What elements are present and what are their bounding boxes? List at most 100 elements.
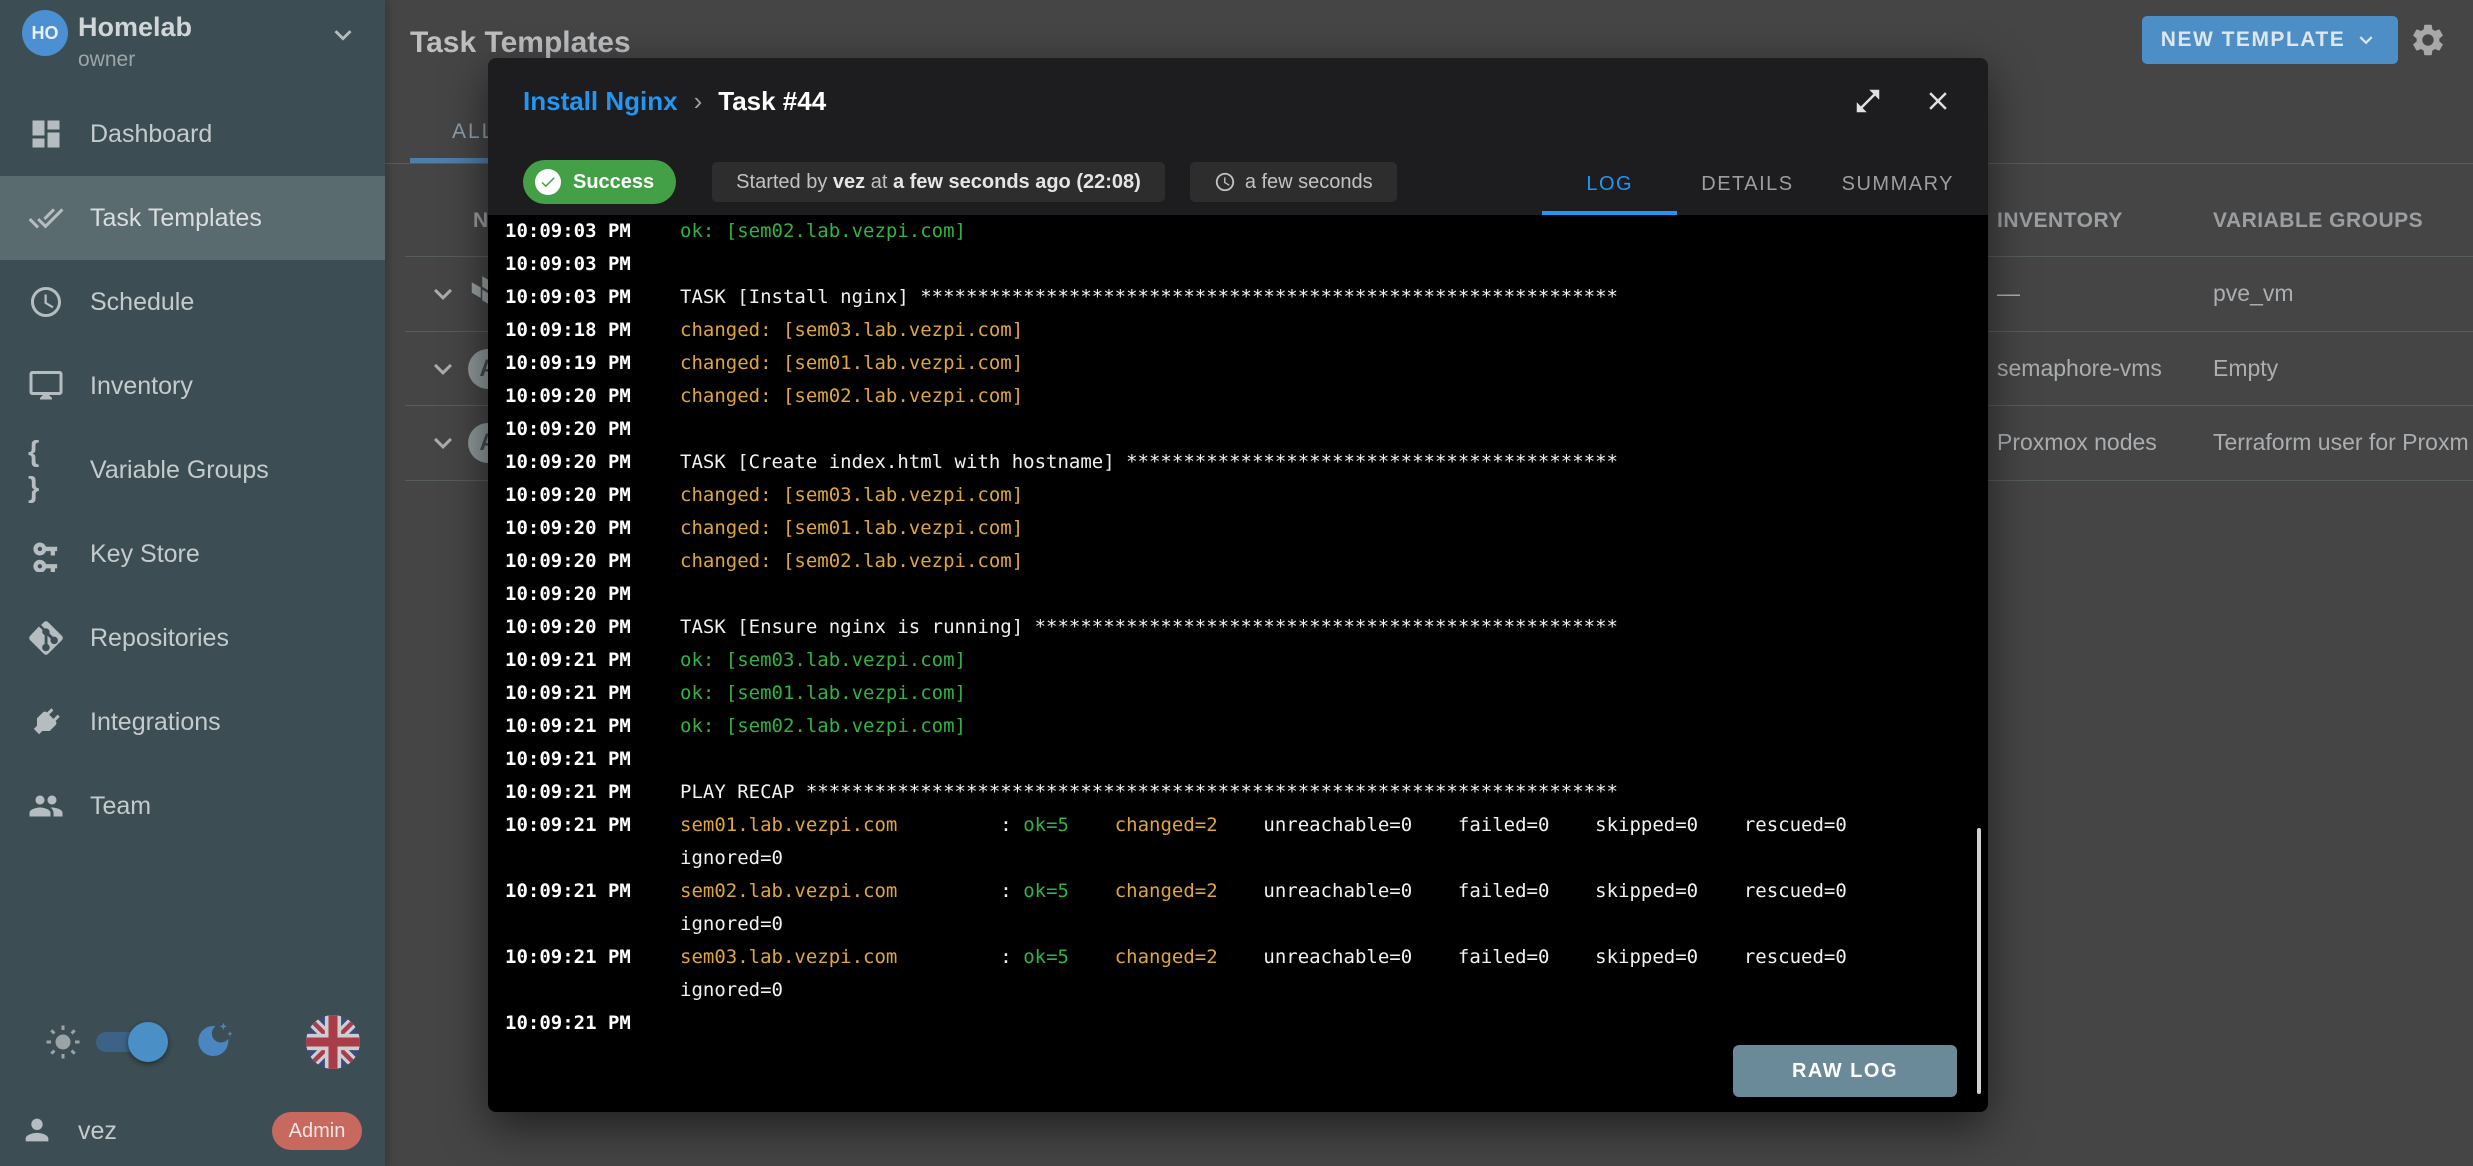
log-timestamp: 10:09:03 PM	[505, 248, 680, 281]
status-row: Success Started by vez at a few seconds …	[523, 160, 1397, 204]
sidebar-item-task-templates[interactable]: Task Templates	[0, 176, 385, 260]
task-dialog: Install Nginx › Task #44 Success Started…	[488, 58, 1988, 1112]
duration-label: a few seconds	[1245, 171, 1373, 194]
people-icon	[28, 788, 64, 824]
log-line: 10:09:21 PM	[505, 1007, 1966, 1040]
sidebar-item-label: Key Store	[90, 540, 200, 569]
expand-icon[interactable]	[1853, 86, 1883, 116]
started-chip: Started by vez at a few seconds ago (22:…	[712, 162, 1165, 202]
log-timestamp: 10:09:20 PM	[505, 545, 680, 578]
sidebar-item-inventory[interactable]: Inventory	[0, 344, 385, 428]
page-title: Task Templates	[410, 26, 631, 60]
raw-log-button[interactable]: RAW LOG	[1733, 1045, 1957, 1097]
sidebar-item-schedule[interactable]: Schedule	[0, 260, 385, 344]
sidebar-item-team[interactable]: Team	[0, 764, 385, 848]
dialog-title-row: Install Nginx › Task #44	[523, 82, 1953, 120]
duration-chip: a few seconds	[1190, 162, 1397, 202]
log-line: 10:09:21 PMok: [sem01.lab.vezpi.com]	[505, 677, 1966, 710]
sidebar-item-label: Team	[90, 792, 151, 821]
chevron-down-icon	[2353, 27, 2379, 53]
cell-variable-groups: Terraform user for Proxm	[2213, 429, 2469, 456]
log-line: 10:09:20 PMTASK [Ensure nginx is running…	[505, 611, 1966, 644]
sidebar-item-label: Schedule	[90, 288, 194, 317]
log-timestamp: 10:09:03 PM	[505, 215, 680, 248]
user-name: vez	[78, 1117, 117, 1146]
log-line: 10:09:03 PMok: [sem02.lab.vezpi.com]	[505, 215, 1966, 248]
log-scrollbar[interactable]	[1977, 828, 1981, 1094]
log-line: 10:09:21 PMsem01.lab.vezpi.com : ok=5 ch…	[505, 809, 1966, 842]
tab-details[interactable]: DETAILS	[1677, 154, 1817, 215]
gear-icon[interactable]	[2409, 21, 2447, 59]
sidebar-item-dashboard[interactable]: Dashboard	[0, 92, 385, 176]
log-timestamp: 10:09:21 PM	[505, 809, 680, 842]
cell-variable-groups: pve_vm	[2213, 280, 2294, 307]
log-line: 10:09:21 PMok: [sem02.lab.vezpi.com]	[505, 710, 1966, 743]
sidebar-item-repositories[interactable]: Repositories	[0, 596, 385, 680]
log-line: 10:09:20 PMTASK [Create index.html with …	[505, 446, 1966, 479]
log-timestamp: 10:09:20 PM	[505, 446, 680, 479]
sidebar-item-integrations[interactable]: Integrations	[0, 680, 385, 764]
braces-icon: { }	[28, 452, 64, 488]
cell-inventory: semaphore-vms	[1997, 355, 2162, 382]
log-line: 10:09:21 PMsem02.lab.vezpi.com : ok=5 ch…	[505, 875, 1966, 908]
chevron-down-icon	[326, 18, 360, 52]
table-header-inventory: INVENTORY	[1997, 209, 2123, 233]
plug-icon	[28, 704, 64, 740]
started-user: vez	[833, 171, 865, 193]
log-timestamp: 10:09:21 PM	[505, 875, 680, 908]
chevron-down-icon[interactable]	[425, 351, 461, 387]
dark-mode-toggle-knob[interactable]	[128, 1022, 168, 1062]
log-line: 10:09:19 PMchanged: [sem01.lab.vezpi.com…	[505, 347, 1966, 380]
log-timestamp: 10:09:20 PM	[505, 512, 680, 545]
log-timestamp: 10:09:20 PM	[505, 578, 680, 611]
log-timestamp: 10:09:21 PM	[505, 743, 680, 776]
status-badge: Success	[523, 160, 676, 204]
admin-badge: Admin	[272, 1112, 362, 1150]
language-flag-uk[interactable]	[306, 1015, 360, 1069]
cell-variable-groups: Empty	[2213, 355, 2278, 382]
log-line: 10:09:20 PM	[505, 578, 1966, 611]
table-header-variable-groups: VARIABLE GROUPS	[2213, 209, 2423, 233]
log-lines: 10:09:03 PMok: [sem02.lab.vezpi.com]10:0…	[505, 215, 1966, 1040]
template-link[interactable]: Install Nginx	[523, 86, 678, 117]
log-line: ignored=0	[505, 974, 1966, 1007]
log-panel: 10:09:03 PMok: [sem02.lab.vezpi.com]10:0…	[488, 215, 1988, 1112]
tab-summary[interactable]: SUMMARY	[1818, 154, 1978, 215]
sidebar: HO Homelab owner Dashboard Task Templates…	[0, 0, 385, 1166]
user-row[interactable]: vez Admin	[0, 1105, 385, 1160]
log-timestamp: 10:09:03 PM	[505, 281, 680, 314]
new-template-label: NEW TEMPLATE	[2161, 28, 2345, 52]
sidebar-item-variable-groups[interactable]: { }Variable Groups	[0, 428, 385, 512]
new-template-button[interactable]: NEW TEMPLATE	[2142, 16, 2398, 64]
double-check-icon	[28, 200, 64, 236]
close-icon[interactable]	[1923, 86, 1953, 116]
log-timestamp: 10:09:21 PM	[505, 1007, 680, 1040]
log-timestamp: 10:09:20 PM	[505, 380, 680, 413]
git-icon	[28, 620, 64, 656]
monitor-icon	[28, 368, 64, 404]
log-line: 10:09:21 PMok: [sem03.lab.vezpi.com]	[505, 644, 1966, 677]
chevron-down-icon[interactable]	[425, 425, 461, 461]
project-avatar: HO	[22, 10, 68, 56]
project-selector[interactable]: HO Homelab owner	[0, 0, 385, 80]
started-time: a few seconds ago (22:08)	[893, 171, 1141, 193]
log-line: 10:09:21 PM	[505, 743, 1966, 776]
clock-icon	[1214, 171, 1236, 193]
dialog-tabs: LOGDETAILSSUMMARY	[1542, 154, 1978, 215]
log-line: 10:09:18 PMchanged: [sem03.lab.vezpi.com…	[505, 314, 1966, 347]
log-timestamp: 10:09:19 PM	[505, 347, 680, 380]
log-line: 10:09:20 PMchanged: [sem03.lab.vezpi.com…	[505, 479, 1966, 512]
sidebar-item-key-store[interactable]: Key Store	[0, 512, 385, 596]
table-header-name-partial: N	[473, 209, 489, 233]
project-name: Homelab	[78, 12, 192, 43]
person-icon	[20, 1113, 54, 1147]
log-line: 10:09:20 PM	[505, 413, 1966, 446]
tab-log[interactable]: LOG	[1542, 154, 1677, 215]
chevron-down-icon[interactable]	[425, 276, 461, 312]
cell-inventory: Proxmox nodes	[1997, 429, 2157, 456]
sidebar-item-label: Task Templates	[90, 204, 262, 233]
log-timestamp: 10:09:18 PM	[505, 314, 680, 347]
sun-icon	[45, 1024, 81, 1060]
log-timestamp: 10:09:21 PM	[505, 776, 680, 809]
theme-switcher-row	[0, 1005, 385, 1069]
